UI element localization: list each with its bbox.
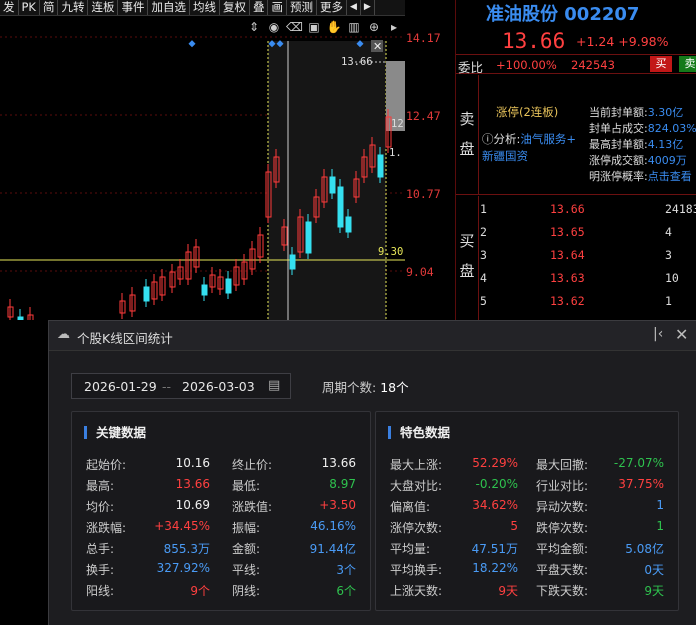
collapse-icon[interactable]: |‹ [653, 326, 663, 342]
toolbar-item[interactable]: 连板 [88, 0, 119, 15]
toolbar-item[interactable]: 叠 [250, 0, 269, 15]
start-date[interactable]: 2026-01-29 [84, 379, 157, 394]
key-data-title: 关键数据 [84, 426, 146, 439]
candle-body [337, 186, 344, 228]
bid-row[interactable]: 5 13.62 1 [480, 294, 696, 314]
end-date[interactable]: 2026-03-03 [182, 379, 255, 394]
quote-field: 封单占成交:824.03% [589, 122, 696, 135]
toolbar-item[interactable]: 发 [0, 0, 19, 15]
analysis-2[interactable]: 新疆国资 [482, 148, 528, 164]
candle-body [201, 284, 208, 296]
stat-row: 换手: 327.92% 平线: 3个 [86, 561, 356, 577]
weibi-value: +100.00% [496, 58, 557, 72]
toolbar-item[interactable]: 更多 [317, 0, 347, 15]
price-axis-label: 10.77 [406, 187, 441, 201]
date-range-picker[interactable]: 2026-01-29 -- 2026-03-03 ▤ [71, 373, 291, 399]
cloud-icon: ☁ [57, 327, 70, 342]
last-price: 13.66 [502, 29, 566, 53]
toolbar-item[interactable]: 简 [40, 0, 59, 15]
stat-row: 大盘对比: -0.20% 行业对比: 37.75% [390, 477, 664, 493]
toolbar-item[interactable]: 事件 [118, 0, 149, 15]
close-chart-icon: ✕ [373, 40, 382, 53]
quote-field: 当前封单额:3.30亿 [589, 106, 684, 119]
limit-status: 涨停(2连板) [496, 105, 559, 119]
candle-body [345, 216, 352, 233]
candle-body [17, 316, 24, 320]
toolbar-item[interactable]: 加自选 [148, 0, 190, 15]
event-marker [188, 40, 196, 48]
price-axis-label: 9.04 [406, 265, 434, 279]
divider [478, 75, 479, 195]
quote-field: 涨停成交额:4009万 [589, 154, 687, 167]
candle-body [305, 221, 312, 254]
toolbar-item[interactable]: PK [19, 0, 40, 15]
period-count: 周期个数: 18个 [322, 380, 409, 395]
weicha-value: 242543 [571, 58, 615, 72]
candle-body [289, 254, 296, 270]
chart-toolbar: 发 PK 简九转 连板 事件 加自选 均线 复权叠画预测 更多 ◀ ▶ [0, 0, 405, 16]
candle-body [143, 286, 150, 302]
nav-next-button[interactable]: ▶ [361, 0, 375, 15]
candle-body [377, 154, 384, 178]
quote-field: 明涨停概率:点击查看 [589, 170, 692, 183]
mid-price-marker: 12 [391, 118, 404, 130]
stock-title[interactable]: 准油股份 002207 [486, 0, 639, 26]
stat-row: 阳线: 9个 阴线: 6个 [86, 584, 356, 598]
special-data-title: 特色数据 [388, 426, 450, 439]
price-axis-label: 12.47 [406, 109, 441, 123]
dialog-title: 个股K线区间统计 [77, 331, 173, 346]
low-price-marker: 9.30 [378, 246, 403, 258]
close-icon[interactable]: ✕ [675, 325, 688, 344]
sell-side-label: 卖盘 [459, 110, 475, 158]
calendar-icon[interactable]: ▤ [268, 378, 280, 393]
special-data-card: 特色数据 最大上涨: 52.29% 最大回撤: -27.07% 大盘对比: -0.20% 行… [375, 411, 679, 611]
bid-row[interactable]: 2 13.65 4 [480, 225, 696, 245]
candle-body [329, 176, 336, 194]
bid-row[interactable]: 3 13.64 3 [480, 248, 696, 268]
analysis[interactable]: ⓘ分析:油气服务+ [482, 131, 576, 147]
bid-row[interactable]: 113.6624183 [480, 202, 696, 222]
stat-row: 均价: 10.69 涨跌值: +3.50 [86, 498, 356, 514]
toolbar-item[interactable]: 预测 [287, 0, 317, 15]
nav-prev-button[interactable]: ◀ [347, 0, 361, 15]
dialog-header: ☁ 个股K线区间统计 |‹ ✕ [49, 321, 696, 351]
kline-svg: 13.66 12 1. 9.30 ✕ [0, 36, 405, 320]
stat-row: 上涨天数: 9天 下跌天数: 9天 [390, 584, 664, 598]
price-change: +1.24 +9.98% [576, 34, 669, 49]
weibi-label: 委比 [458, 60, 484, 75]
buy-side-label: 买盘 [459, 232, 475, 280]
range-sep: -- [162, 379, 172, 394]
kline-chart[interactable]: 13.66121.9.30✕ 14.17 [0, 17, 405, 320]
weibi-row: 委比 +100.00% 242543 买 卖 [456, 54, 696, 75]
key-data-card: 关键数据 起始价: 10.16 终止价: 13.66 最高: 13.66 最低: 8.97 均价… [71, 411, 371, 611]
stat-row: 平均量: 47.51万 平均金额: 5.08亿 [390, 542, 664, 556]
price-marker: 1. [389, 147, 402, 159]
bid-row[interactable]: 4 13.63 10 [480, 271, 696, 291]
buy-button[interactable]: 买 [650, 56, 672, 72]
stat-row: 偏离值: 34.62% 异动次数: 1 [390, 498, 664, 514]
stat-row: 起始价: 10.16 终止价: 13.66 [86, 456, 356, 472]
toolbar-item[interactable]: 复权 [220, 0, 250, 15]
quote-panel: 准油股份 002207 13.66 +1.24 +9.98% 委比 +100.0… [455, 0, 696, 320]
stat-row: 最高: 13.66 最低: 8.97 [86, 477, 356, 493]
price-axis-label: 14.17 [406, 31, 441, 45]
toolbar-item[interactable]: 画 [268, 0, 287, 15]
stat-row: 平均换手: 18.22% 平盘天数: 0天 [390, 561, 664, 577]
sell-button[interactable]: 卖 [679, 56, 696, 72]
range-stats-dialog: ☁ 个股K线区间统计 |‹ ✕ 2026-01-29 -- 2026-03-03… [48, 320, 696, 625]
stat-row: 涨停次数: 5 跌停次数: 1 [390, 519, 664, 535]
toolbar-item[interactable]: 九转 [58, 0, 89, 15]
divider [478, 196, 479, 320]
toolbar-item[interactable]: 均线 [190, 0, 220, 15]
stat-row: 总手: 855.3万 金额: 91.44亿 [86, 542, 356, 556]
candle-body [225, 278, 232, 294]
stat-row: 涨跌幅: +34.45% 振幅: 46.16% [86, 519, 356, 535]
quote-field: 最高封单额:4.13亿 [589, 138, 684, 151]
stat-row: 最大上涨: 52.29% 最大回撤: -27.07% [390, 456, 664, 472]
high-price-marker: 13.66 [341, 56, 373, 68]
